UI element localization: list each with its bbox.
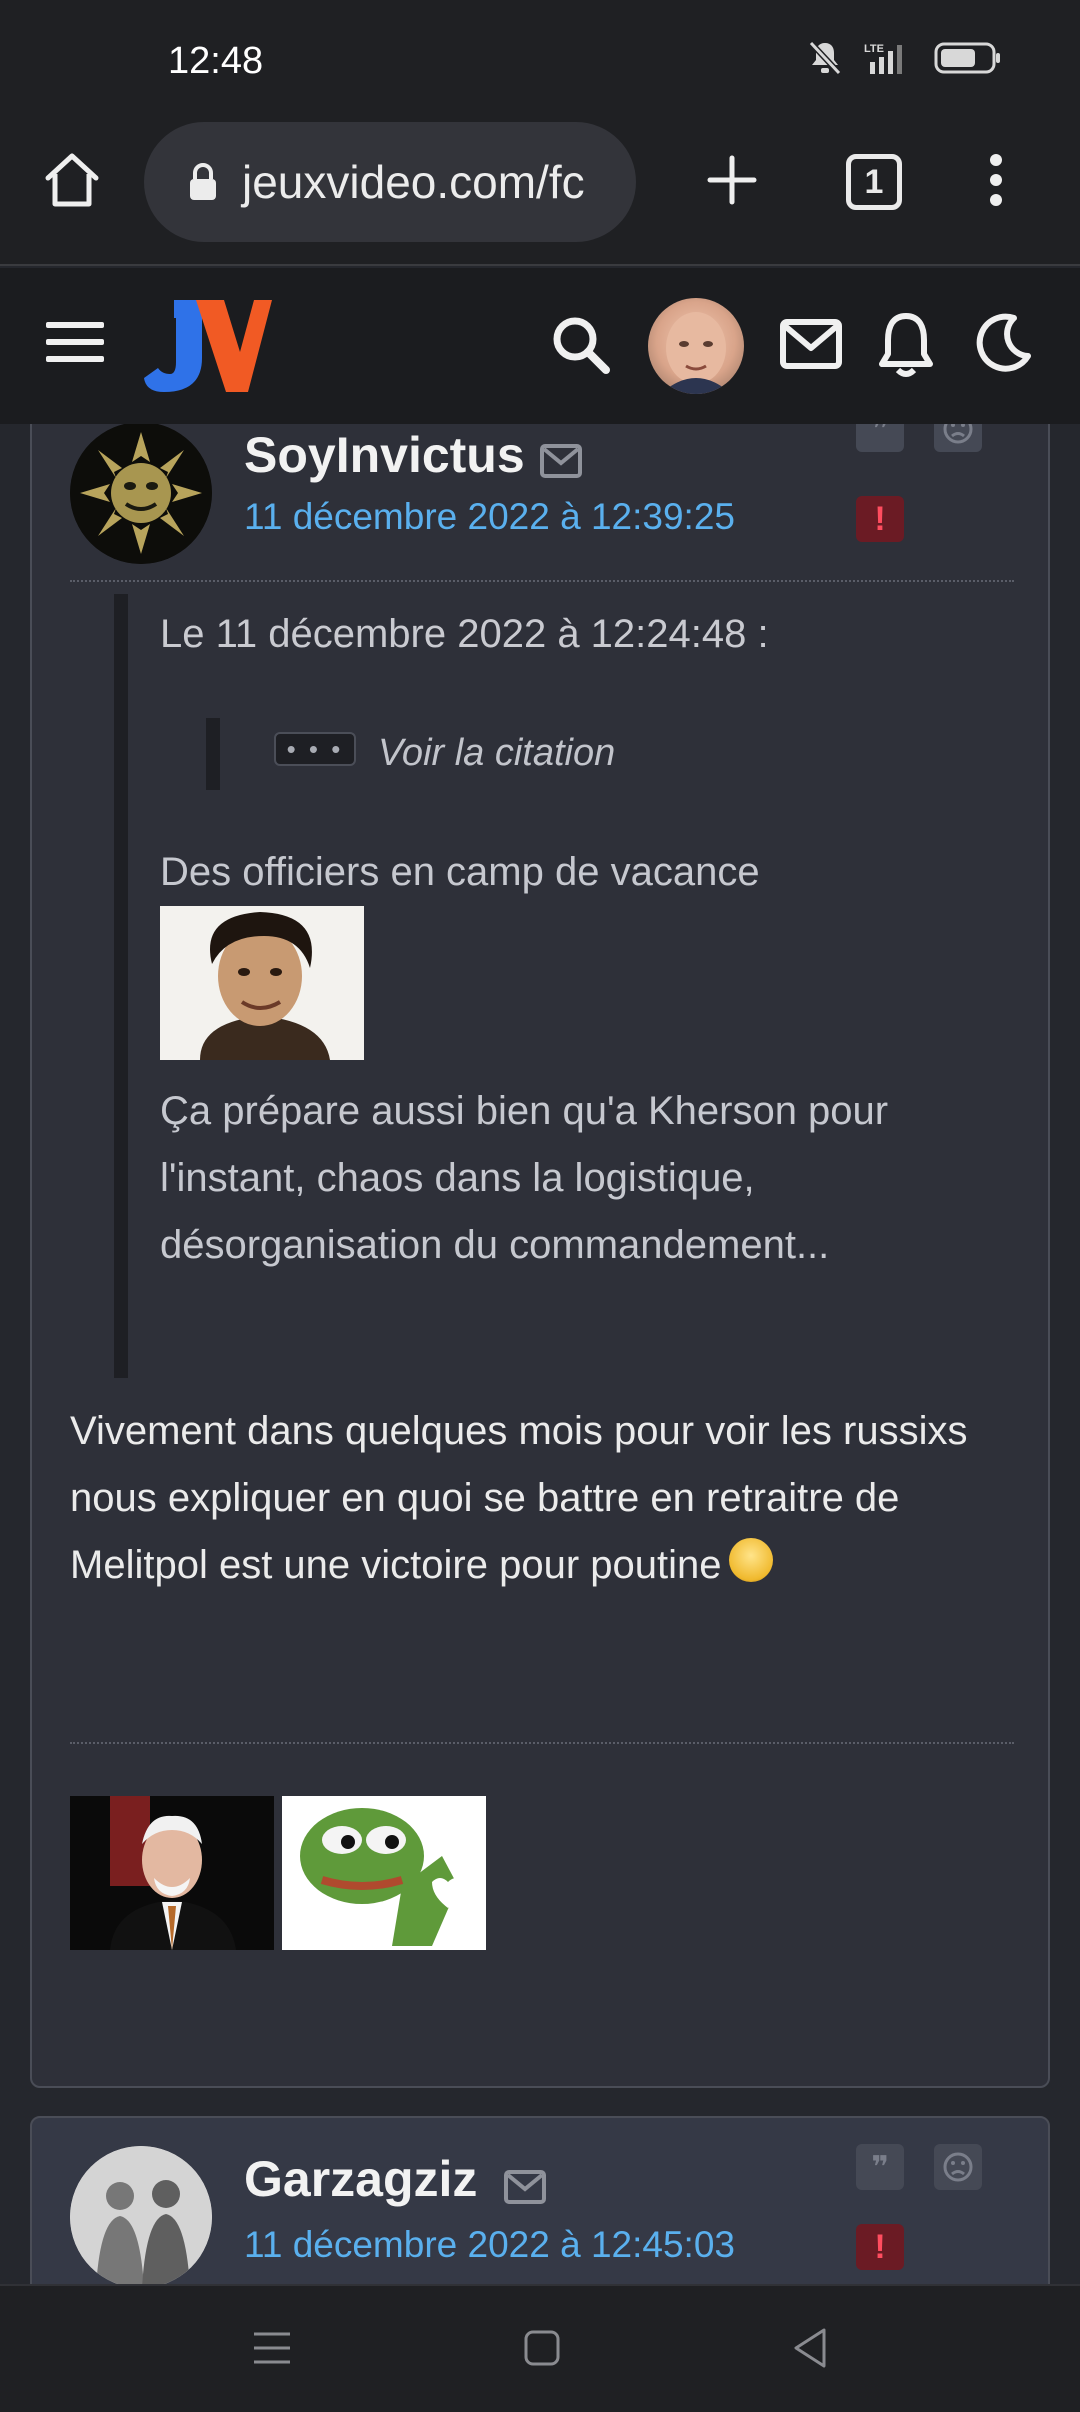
home-icon[interactable] [40, 148, 104, 212]
more-vert-icon[interactable] [976, 148, 1016, 212]
post-body-text: Vivement dans quelques mois pour voir le… [70, 1409, 968, 1587]
laughing-sticker-icon [729, 1538, 774, 1582]
back-nav-icon[interactable] [790, 2326, 830, 2370]
moon-icon[interactable] [974, 312, 1032, 374]
author-name[interactable]: SoyInvictus [244, 426, 525, 484]
quote-header: Le 11 décembre 2022 à 12:24:48 : [160, 612, 769, 656]
mail-icon[interactable] [780, 318, 842, 370]
topic-messages: SoyInvictus 11 décembre 2022 à 12:39:25 … [0, 424, 1080, 2284]
browser-toolbar: jeuxvideo.com/fc 1 [0, 118, 1080, 266]
address-bar[interactable]: jeuxvideo.com/fc [144, 122, 636, 242]
forum-post: Garzagziz 11 décembre 2022 à 12:45:03 ❞ … [30, 2116, 1050, 2284]
tab-switcher-button[interactable]: 1 [846, 154, 902, 210]
quote-icon[interactable]: ❞ [856, 424, 904, 452]
system-navigation-bar [0, 2284, 1080, 2412]
author-name[interactable]: Garzagziz [244, 2150, 477, 2208]
bell-icon[interactable] [878, 310, 934, 378]
network-type: LTE [864, 43, 884, 55]
jv-logo[interactable] [144, 296, 272, 396]
site-header [0, 268, 1080, 424]
sad-face-icon[interactable] [934, 2144, 982, 2190]
forum-post: SoyInvictus 11 décembre 2022 à 12:39:25 … [30, 424, 1050, 2088]
signal-icon: LTE [864, 43, 902, 74]
status-bar: 12:48 LTE [0, 0, 1080, 118]
show-quote-label[interactable]: Voir la citation [378, 732, 615, 775]
sad-face-icon[interactable] [934, 424, 982, 452]
new-tab-plus-icon[interactable] [700, 148, 764, 212]
url-text: jeuxvideo.com/fc [242, 156, 585, 208]
home-nav-icon[interactable] [522, 2328, 562, 2368]
search-icon[interactable] [550, 314, 612, 376]
show-quote-button[interactable]: • • • [274, 732, 356, 766]
status-icons: LTE [808, 40, 1002, 76]
divider [70, 580, 1014, 582]
menu-icon[interactable] [46, 320, 104, 364]
mail-icon[interactable] [540, 444, 582, 478]
quote-bar [114, 594, 128, 1378]
report-icon[interactable]: ! [856, 2224, 904, 2270]
bell-muted-icon [808, 40, 842, 76]
signature-image-pepe[interactable] [282, 1796, 486, 1950]
quote-line: Des officiers en camp de vacance [160, 850, 760, 894]
battery-icon [934, 42, 1000, 74]
post-body: Vivement dans quelques mois pour voir le… [70, 1398, 1010, 1599]
mail-icon[interactable] [504, 2170, 546, 2204]
status-time: 12:48 [168, 40, 264, 82]
signature-divider [70, 1742, 1014, 1744]
quote-icon[interactable]: ❞ [856, 2144, 904, 2190]
post-date-link[interactable]: 11 décembre 2022 à 12:39:25 [244, 496, 735, 538]
post-date-link[interactable]: 11 décembre 2022 à 12:45:03 [244, 2224, 735, 2266]
lock-icon [190, 163, 216, 200]
sticker-image[interactable] [160, 906, 364, 1060]
quote-paragraph: Ça prépare aussi bien qu'a Kherson pour … [160, 1089, 889, 1267]
author-avatar[interactable] [70, 2146, 212, 2284]
report-icon[interactable]: ! [856, 496, 904, 542]
nested-quote-bar [206, 718, 220, 790]
user-avatar[interactable] [648, 298, 744, 394]
recent-apps-icon[interactable] [252, 2328, 292, 2368]
signature-image-bolton[interactable] [70, 1796, 274, 1950]
author-avatar[interactable] [70, 424, 212, 564]
